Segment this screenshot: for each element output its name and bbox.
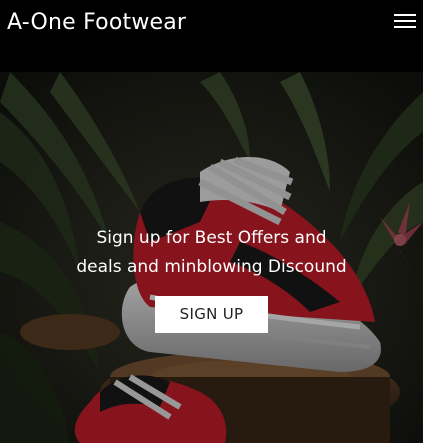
navbar: A-One Footwear — [0, 0, 423, 72]
hero-headline: Sign up for Best Offers and deals and mi… — [76, 228, 347, 277]
menu-bar-bottom — [394, 26, 416, 28]
sign-up-button[interactable]: SIGN UP — [155, 296, 268, 333]
hamburger-menu-icon[interactable] — [394, 14, 416, 30]
hero-section: Sign up for Best Offers and deals and mi… — [0, 72, 423, 443]
hero-content: Sign up for Best Offers and deals and mi… — [0, 224, 423, 333]
menu-bar-top — [394, 14, 416, 16]
menu-bar-middle — [394, 20, 416, 22]
page: A-One Footwear Sign up for Best Offers a… — [0, 0, 423, 443]
brand-logo[interactable]: A-One Footwear — [7, 10, 186, 35]
